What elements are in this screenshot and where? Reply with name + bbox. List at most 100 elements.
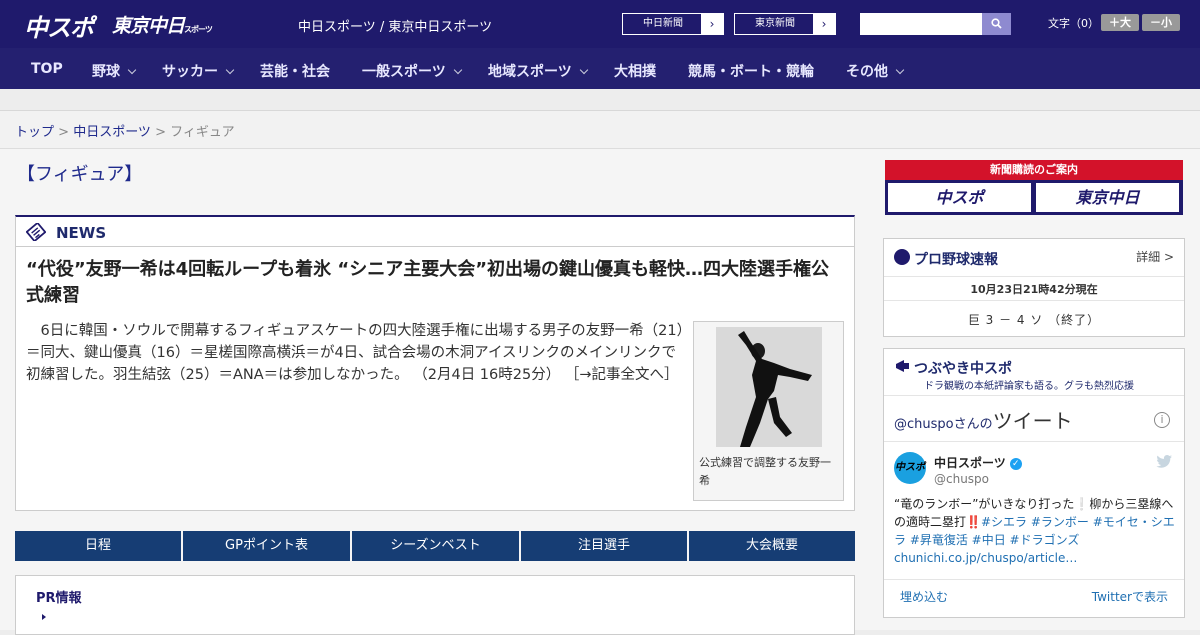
tweets-header: @chuspoさんのツイート [894, 405, 1073, 434]
font-smaller-button[interactable]: －小 [1142, 14, 1180, 31]
nav-item-entertainment[interactable]: 芸能・社会 [260, 61, 330, 81]
nav-item-racing[interactable]: 競馬・ボート・競輪 [688, 61, 814, 81]
subscription-title: 新聞購読のご案内 [885, 160, 1183, 180]
breadcrumb-current: フィギュア [170, 125, 235, 140]
divider [884, 276, 1184, 277]
tweet-link[interactable]: chunichi.co.jp/chuspo/article… [894, 551, 1077, 565]
tweets-handle-prefix[interactable]: @chuspo [894, 417, 954, 432]
tokyo-chunichi-logo-small: スポーツ [184, 25, 213, 34]
nav-label: サッカー [162, 64, 218, 80]
baseball-icon [894, 249, 910, 265]
search-input[interactable] [860, 13, 983, 35]
tweet-author-name[interactable]: 中日スポーツ ✓ [934, 454, 1022, 471]
site-names: 中日スポーツ / 東京中日スポーツ [298, 20, 493, 35]
article-photo[interactable]: 公式練習で調整する友野一希 [693, 321, 844, 501]
nav-label: 地域スポーツ [488, 64, 572, 80]
chevron-right-icon: › [813, 14, 835, 34]
chuspo-logo[interactable]: 中スポ [24, 8, 94, 43]
info-icon[interactable]: i [1154, 412, 1170, 428]
font-bigger-button[interactable]: ＋大 [1101, 14, 1139, 31]
pr-title: PR情報 [36, 591, 82, 606]
baseball-detail-link[interactable]: 詳細 > [1136, 248, 1174, 265]
tweet-author-handle[interactable]: @chuspo [934, 472, 989, 486]
twitter-bird-icon[interactable] [1156, 455, 1172, 468]
article-timestamp: （2月4日 16時25分） [413, 367, 561, 383]
search-icon [991, 18, 1002, 29]
twitter-footer: 埋め込む Twitterで表示 [884, 579, 1184, 609]
tokyo-chunichi-logo[interactable]: 東京中日スポーツ [112, 11, 213, 38]
nav-item-baseball[interactable]: 野球 [92, 61, 137, 81]
breadcrumb-separator: > [54, 125, 74, 140]
breadcrumb-section[interactable]: 中日スポーツ [73, 125, 151, 140]
nav-label: 競馬・ボート・競輪 [688, 64, 814, 80]
nav-label: 野球 [92, 64, 120, 80]
nav-label: その他 [846, 64, 888, 80]
subscribe-chuspo-button[interactable]: 中スポ [888, 183, 1031, 212]
pro-baseball-widget: プロ野球速報 詳細 > 10月23日21時42分現在 巨 3 － 4 ソ （終了… [883, 238, 1185, 337]
skater-photo [716, 327, 822, 447]
nav-label: 大相撲 [614, 64, 656, 80]
chunichi-newspaper-label: 中日新聞 [643, 18, 683, 29]
divider [884, 395, 1184, 396]
breadcrumb-bar: トップ > 中日スポーツ > フィギュア [0, 111, 1200, 149]
subscription-banner[interactable]: 新聞購読のご案内 中スポ 東京中日 [885, 160, 1183, 215]
baseball-title: プロ野球速報 [914, 252, 998, 268]
verified-icon: ✓ [1009, 457, 1022, 470]
nav-item-top[interactable]: TOP [31, 61, 63, 77]
chevron-down-icon [895, 65, 905, 75]
breadcrumb-top[interactable]: トップ [15, 125, 54, 140]
tab-gp-points[interactable]: GPポイント表 [183, 531, 350, 561]
article-headline[interactable]: “代役”友野一希は4回転ループも着氷 “シニア主要大会”初出場の鍵山優真も軽快…… [26, 257, 846, 309]
chevron-down-icon [127, 65, 137, 75]
skater-image [716, 327, 822, 447]
news-header: NEWS [16, 217, 854, 247]
tweets-handle-suffix: さんの [953, 417, 993, 432]
avatar[interactable]: 中スポ [894, 452, 926, 484]
event-tabs: 日程 GPポイント表 シーズンベスト 注目選手 大会概要 [15, 531, 855, 561]
tokyo-newspaper-button[interactable]: 東京新聞 › [734, 13, 836, 35]
nav-item-sumo[interactable]: 大相撲 [614, 61, 656, 81]
embed-link[interactable]: 埋め込む [900, 588, 948, 605]
sub-nav-bar [0, 89, 1200, 111]
search-button[interactable] [982, 13, 1011, 35]
photo-caption: 公式練習で調整する友野一希 [699, 456, 831, 487]
tokyo-newspaper-label: 東京新聞 [755, 18, 795, 29]
main-content: 【フィギュア】 NEWS “代役”友野一希は4回転ループも着氷 “シニア主要大会… [0, 149, 1200, 635]
chevron-down-icon [579, 65, 588, 75]
article-summary: 6日に韓国・ソウルで開幕するフィギュアスケートの四大陸選手権に出場する男子の友野… [26, 320, 684, 386]
tab-season-best[interactable]: シーズンベスト [352, 531, 519, 561]
page-title: 【フィギュア】 [17, 164, 143, 185]
tab-featured-skaters[interactable]: 注目選手 [521, 531, 687, 561]
nav-item-other[interactable]: その他 [846, 61, 905, 81]
nav-label: 一般スポーツ [362, 64, 446, 80]
divider [884, 441, 1184, 442]
nav-item-general-sports[interactable]: 一般スポーツ [362, 61, 462, 81]
font-size-label: 文字（0） [1048, 17, 1099, 30]
baseball-score[interactable]: 巨 3 － 4 ソ （終了） [884, 311, 1184, 328]
nav-item-soccer[interactable]: サッカー [162, 61, 235, 81]
nav-item-local-sports[interactable]: 地域スポーツ [488, 61, 588, 81]
tab-schedule[interactable]: 日程 [15, 531, 181, 561]
tab-event-overview[interactable]: 大会概要 [689, 531, 855, 561]
tweets-label: ツイート [992, 409, 1073, 433]
view-on-twitter-link[interactable]: Twitterで表示 [1092, 588, 1168, 605]
newspaper-icon [26, 223, 46, 241]
twitter-widget-title: つぶやき中スポ [914, 361, 1012, 377]
global-nav: TOP 野球 サッカー 芸能・社会 一般スポーツ 地域スポーツ 大相撲 競馬・ボ… [0, 48, 1200, 89]
news-box: NEWS “代役”友野一希は4回転ループも着氷 “シニア主要大会”初出場の鍵山優… [15, 215, 855, 511]
breadcrumb: トップ > 中日スポーツ > フィギュア [15, 121, 235, 140]
chevron-down-icon [225, 65, 235, 75]
read-more-link[interactable]: ［→記事全文へ］ [565, 367, 679, 383]
twitter-widget-subtitle: ドラ観戦の本紙評論家も語る。グラも熱烈応援 [924, 381, 1134, 392]
chunichi-newspaper-button[interactable]: 中日新聞 › [622, 13, 724, 35]
chevron-down-icon [453, 65, 462, 75]
chevron-right-icon: › [701, 14, 723, 34]
tweet-text: “竜のランボー”がいきなり打った❕柳から三塁線への適時二塁打‼️#シエラ #ラン… [894, 495, 1179, 567]
tweet-author-label: 中日スポーツ [934, 456, 1006, 470]
news-label: NEWS [56, 224, 107, 242]
megaphone-icon [896, 360, 909, 372]
tokyo-chunichi-logo-text: 東京中日 [112, 15, 185, 37]
breadcrumb-separator: > [150, 125, 171, 140]
subscribe-tokyo-chunichi-button[interactable]: 東京中日 [1036, 183, 1179, 212]
site-header: 中スポ 東京中日スポーツ 中日スポーツ / 東京中日スポーツ 中日新聞 › 東京… [0, 0, 1200, 48]
